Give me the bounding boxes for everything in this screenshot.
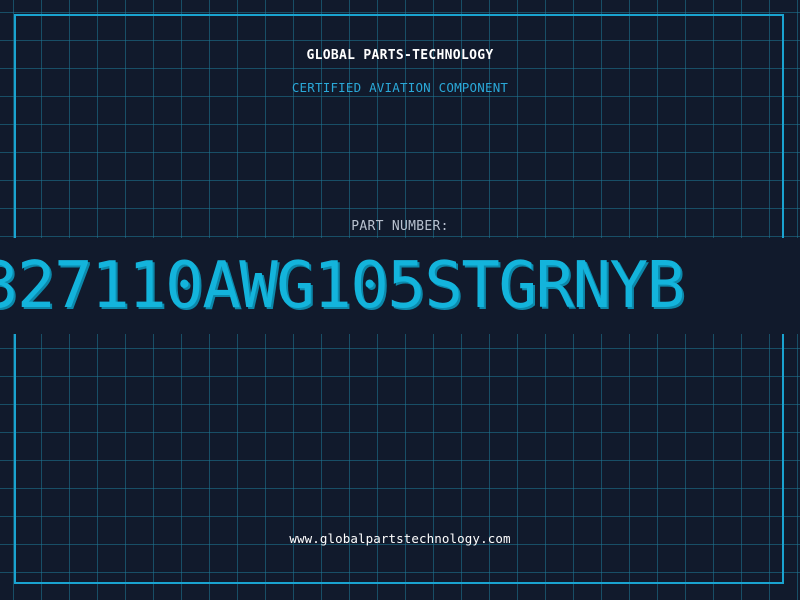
company-name: GLOBAL PARTS-TECHNOLOGY — [306, 48, 494, 63]
certificate-page: GLOBAL PARTS-TECHNOLOGY CERTIFIED AVIATI… — [0, 0, 800, 600]
part-number-label: PART NUMBER: — [351, 219, 449, 234]
certificate-subtitle: CERTIFIED AVIATION COMPONENT — [291, 80, 509, 95]
website-url[interactable]: www.globalpartstechnology.com — [0, 531, 800, 546]
part-number-value: 327110AWG105STGRNYB — [0, 249, 685, 323]
